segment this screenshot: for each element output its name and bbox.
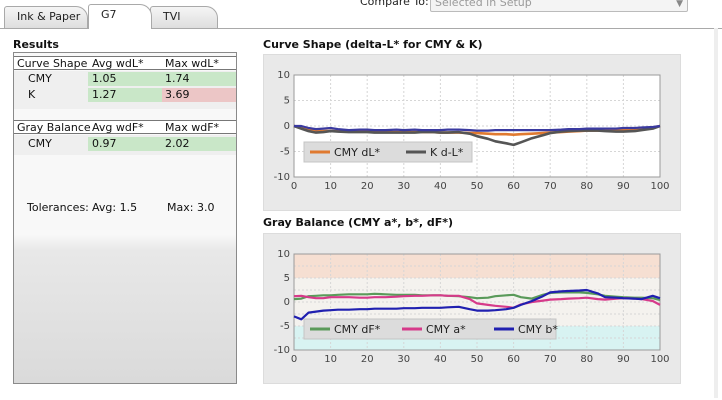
gray-balance-header: Gray Balance Avg wdF* Max wdF* xyxy=(14,120,236,134)
vertical-scrollbar[interactable] xyxy=(714,28,718,398)
curve-shape-rows: CMY 1.05 1.74 K 1.27 3.69 xyxy=(14,71,236,109)
avg-value-pass: 1.05 xyxy=(88,72,162,86)
legend-label: CMY b* xyxy=(518,323,558,336)
legend-label: K d-L* xyxy=(430,146,464,159)
x-tick-label: 50 xyxy=(471,354,484,365)
curve-shape-chart-panel: 0 10 20 30 40 50 60 70 80 90 100 10 5 0 -5 -10 CMY dL* K … xyxy=(263,54,681,211)
x-tick-label: 60 xyxy=(507,181,520,192)
compare-to-value: Selected in Setup xyxy=(435,0,532,9)
x-tick-label: 0 xyxy=(291,181,297,192)
x-tick-label: 80 xyxy=(580,181,593,192)
gray-balance-col-header: Gray Balance xyxy=(17,121,91,134)
gray-balance-chart: 0 10 20 30 40 50 60 70 80 90 1001050-5-10CMY dF* CM… xyxy=(274,249,670,365)
y-tick-label: 5 xyxy=(284,96,290,107)
legend-label: CMY dL* xyxy=(334,146,380,159)
x-tick-label: 80 xyxy=(580,354,593,365)
legend-label: CMY dF* xyxy=(334,323,381,336)
max-value-pass: 1.74 xyxy=(162,72,236,86)
x-tick-label: 40 xyxy=(434,354,447,365)
tab-ink-paper[interactable]: Ink & Paper xyxy=(4,6,88,28)
x-tick-label: 10 xyxy=(324,354,337,365)
tolerances-label: Tolerances: xyxy=(27,201,89,214)
row-name: CMY xyxy=(28,137,52,150)
y-tick-label: -5 xyxy=(280,147,290,158)
x-tick-label: 30 xyxy=(397,181,410,192)
tolerance-max: Max: 3.0 xyxy=(167,201,215,214)
compare-to-label: Compare To: xyxy=(360,0,429,8)
avg-wdf-col-header: Avg wdF* xyxy=(92,121,144,134)
x-tick-label: 50 xyxy=(471,181,484,192)
y-tick-label: 10 xyxy=(277,70,290,81)
avg-value-pass: 1.27 xyxy=(88,88,162,102)
x-tick-label: 20 xyxy=(361,181,374,192)
curve-shape-chart: 0 10 20 30 40 50 60 70 80 90 1001050-5-10CMY dL* K … xyxy=(274,70,670,192)
compare-to-select[interactable]: Selected in Setup ▼ xyxy=(430,0,688,12)
max-wdf-col-header: Max wdF* xyxy=(165,121,220,134)
curve-shape-header: Curve Shape Avg wdL* Max wdL* xyxy=(14,56,236,70)
x-tick-label: 90 xyxy=(617,354,630,365)
results-title: Results xyxy=(13,38,59,51)
x-tick-label: 60 xyxy=(507,354,520,365)
y-tick-label: -5 xyxy=(280,321,290,332)
max-wdl-col-header: Max wdL* xyxy=(165,57,219,70)
gray-balance-chart-title: Gray Balance (CMY a*, b*, dF*) xyxy=(263,216,454,229)
row-name: K xyxy=(28,88,36,101)
chevron-down-icon: ▼ xyxy=(676,0,683,9)
avg-value-pass: 0.97 xyxy=(88,137,162,151)
x-tick-label: 40 xyxy=(434,181,447,192)
gray-balance-chart-panel: 0 10 20 30 40 50 60 70 80 90 100 10 5 0 -5 -10 CMY dF* CM… xyxy=(263,233,681,384)
gray-balance-rows: CMY 0.97 2.02 xyxy=(14,135,236,155)
y-tick-label: 0 xyxy=(284,121,290,132)
x-tick-label: 0 xyxy=(291,354,297,365)
results-panel: Curve Shape Avg wdL* Max wdL* CMY 1.05 1… xyxy=(13,52,237,384)
y-tick-label: 0 xyxy=(284,297,290,308)
y-tick-label: -10 xyxy=(274,345,290,356)
y-tick-label: -10 xyxy=(274,172,290,183)
curve-shape-chart-title: Curve Shape (delta-L* for CMY & K) xyxy=(263,38,483,51)
legend-label: CMY a* xyxy=(426,323,466,336)
x-tick-label: 30 xyxy=(397,354,410,365)
x-tick-label: 70 xyxy=(544,181,557,192)
x-tick-label: 20 xyxy=(361,354,374,365)
max-value-fail: 3.69 xyxy=(162,88,236,102)
max-value-pass: 2.02 xyxy=(162,137,236,151)
row-name: CMY xyxy=(28,72,52,85)
avg-wdl-col-header: Avg wdL* xyxy=(92,57,144,70)
x-tick-label: 100 xyxy=(650,181,669,192)
x-tick-label: 70 xyxy=(544,354,557,365)
tab-g7[interactable]: G7 xyxy=(88,4,152,29)
curve-shape-col-header: Curve Shape xyxy=(17,57,88,70)
x-tick-label: 90 xyxy=(617,181,630,192)
x-tick-label: 10 xyxy=(324,181,337,192)
tab-strip: Ink & Paper G7 TVI Compare To: Selected … xyxy=(0,0,722,29)
y-tick-label: 5 xyxy=(284,273,290,284)
tolerance-avg: Avg: 1.5 xyxy=(92,201,138,214)
x-tick-label: 100 xyxy=(650,354,669,365)
y-tick-label: 10 xyxy=(277,249,290,260)
tab-tvi[interactable]: TVI xyxy=(150,6,218,28)
